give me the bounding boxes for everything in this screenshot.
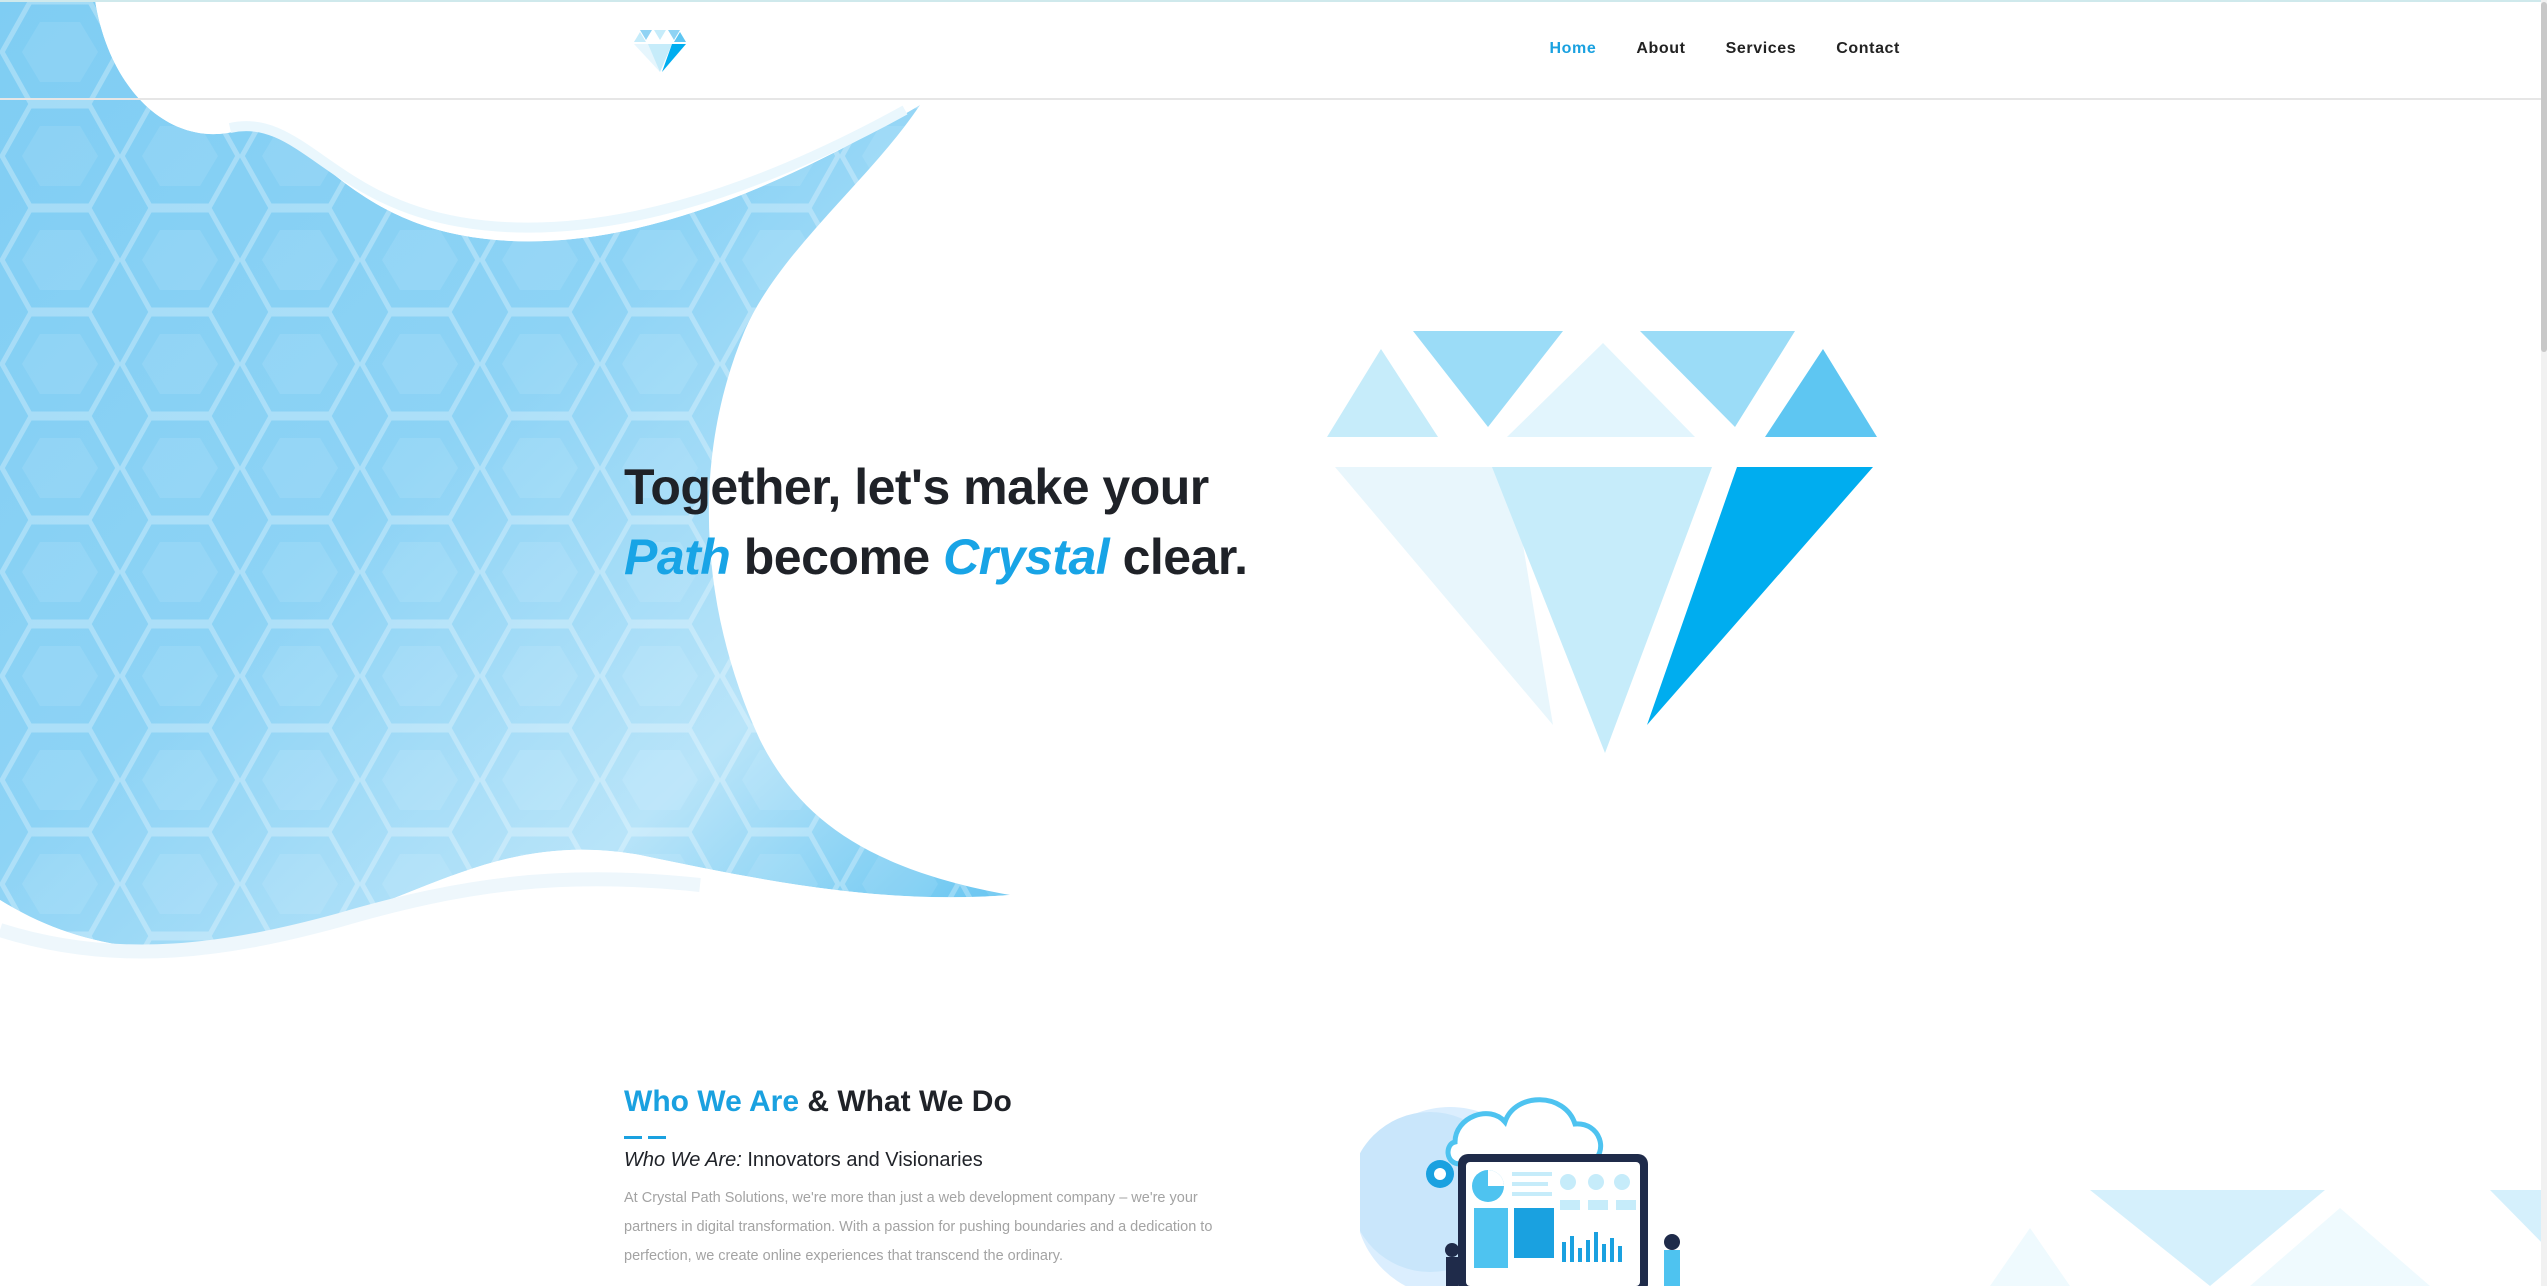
page-scrollbar-thumb[interactable] bbox=[2541, 2, 2547, 352]
main-nav: Home About Services Contact bbox=[1550, 40, 1900, 58]
site-header: Home About Services Contact bbox=[0, 0, 2547, 100]
nav-contact-link[interactable]: Contact bbox=[1836, 40, 1900, 58]
hero-word-become: become bbox=[743, 529, 930, 585]
heading-divider bbox=[624, 1136, 1244, 1139]
about-subtitle: Who We Are: Innovators and Visionaries bbox=[624, 1149, 1244, 1172]
diamond-illustration bbox=[1327, 331, 1877, 753]
about-heading: Who We Are & What We Do bbox=[624, 1082, 1244, 1122]
nav-home-link[interactable]: Home bbox=[1550, 40, 1597, 58]
about-heading-rest: & What We Do bbox=[807, 1085, 1012, 1118]
hero-word-clear: clear. bbox=[1122, 529, 1248, 585]
about-body-text: At Crystal Path Solutions, we're more th… bbox=[624, 1190, 1213, 1264]
diamond-facet-far-right bbox=[1765, 349, 1877, 437]
hero-word-crystal: Crystal bbox=[943, 529, 1110, 585]
diamond-icon[interactable] bbox=[632, 28, 688, 74]
nav-services-link[interactable]: Services bbox=[1726, 40, 1797, 58]
about-heading-highlight: Who We Are bbox=[624, 1085, 800, 1118]
about-subtitle-text: Innovators and Visionaries bbox=[747, 1149, 983, 1171]
dashboard-illustration bbox=[1360, 1097, 1680, 1286]
hero-heading: Together, let's make your Path become Cr… bbox=[624, 452, 1324, 592]
hero-background-blob bbox=[0, 0, 1010, 960]
about-section: Who We Are & What We Do Who We Are: Inno… bbox=[624, 1082, 1244, 1271]
about-subtitle-label: Who We Are: bbox=[624, 1149, 742, 1171]
hero-word-path: Path bbox=[624, 529, 731, 585]
decorative-diamond-fragment bbox=[1990, 1190, 2547, 1286]
diamond-facet-far-left bbox=[1327, 349, 1438, 437]
nav-about-link[interactable]: About bbox=[1636, 40, 1685, 58]
hero-line-1: Together, let's make your bbox=[624, 459, 1209, 515]
